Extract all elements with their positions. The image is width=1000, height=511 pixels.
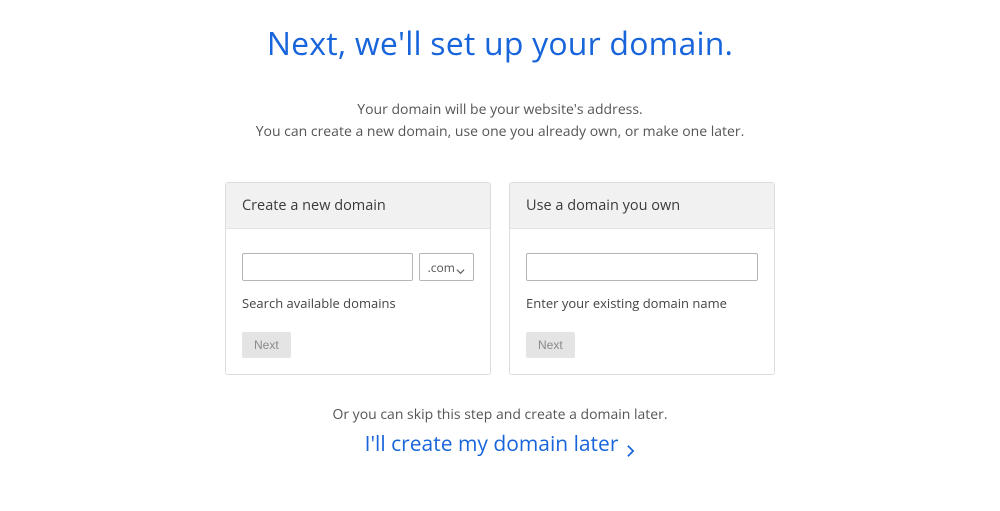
- own-domain-next-button[interactable]: Next: [526, 332, 575, 358]
- chevron-right-icon: [626, 437, 635, 451]
- new-domain-input[interactable]: [242, 253, 413, 281]
- existing-domain-input[interactable]: [526, 253, 758, 281]
- tld-value: .com: [428, 259, 455, 276]
- create-later-link[interactable]: I'll create my domain later: [365, 430, 636, 458]
- create-domain-help: Search available domains: [242, 294, 474, 312]
- skip-note: Or you can skip this step and create a d…: [332, 405, 667, 424]
- page-title: Next, we'll set up your domain.: [267, 22, 733, 65]
- create-later-label: I'll create my domain later: [365, 430, 619, 458]
- create-domain-next-button[interactable]: Next: [242, 332, 291, 358]
- page-subtitle: Your domain will be your website's addre…: [256, 99, 745, 142]
- create-domain-heading: Create a new domain: [226, 183, 490, 229]
- create-domain-card: Create a new domain .com Search availabl…: [225, 182, 491, 375]
- own-domain-help: Enter your existing domain name: [526, 294, 758, 312]
- subtitle-line-2: You can create a new domain, use one you…: [256, 121, 745, 143]
- own-domain-heading: Use a domain you own: [510, 183, 774, 229]
- own-domain-card: Use a domain you own Enter your existing…: [509, 182, 775, 375]
- own-domain-input-row: [526, 253, 758, 281]
- skip-section: Or you can skip this step and create a d…: [332, 405, 667, 458]
- own-domain-body: Enter your existing domain name Next: [510, 229, 774, 374]
- cards-row: Create a new domain .com Search availabl…: [225, 182, 775, 375]
- subtitle-line-1: Your domain will be your website's addre…: [256, 99, 745, 121]
- create-domain-input-row: .com: [242, 253, 474, 281]
- tld-select[interactable]: .com: [419, 253, 474, 281]
- chevron-down-icon: [456, 263, 465, 272]
- create-domain-body: .com Search available domains Next: [226, 229, 490, 374]
- page-container: Next, we'll set up your domain. Your dom…: [0, 0, 1000, 458]
